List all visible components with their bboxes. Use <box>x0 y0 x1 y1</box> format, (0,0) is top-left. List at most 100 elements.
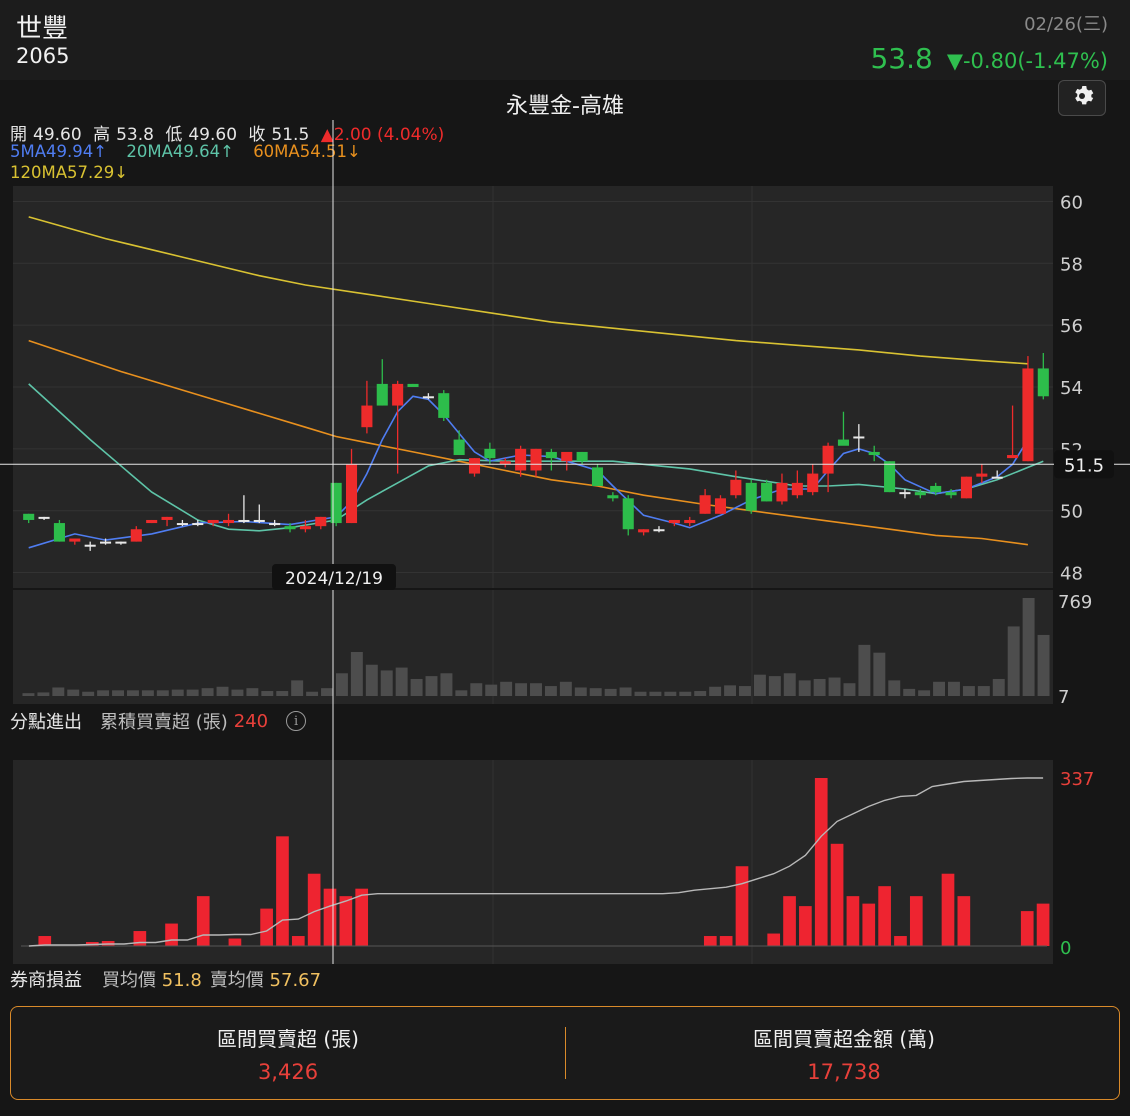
volume-bar <box>201 688 214 696</box>
flow-tick-max: 337 <box>1060 769 1094 790</box>
volume-bar <box>82 691 95 696</box>
volume-bar <box>246 688 259 696</box>
flow-bar <box>1020 911 1034 946</box>
volume-bar <box>724 685 737 696</box>
volume-bar <box>261 691 274 696</box>
volume-bar <box>112 690 124 696</box>
candle-body <box>684 519 696 524</box>
candle-body <box>53 523 65 542</box>
volume-bar <box>709 686 722 696</box>
candle-body <box>714 498 727 514</box>
volume-bar <box>306 691 319 696</box>
candle-body <box>776 482 788 502</box>
volume-tick-max: 769 <box>1058 592 1092 613</box>
buy-avg-value: 51.8 <box>161 970 202 991</box>
volume-bar <box>515 683 528 696</box>
candle-body <box>914 492 926 496</box>
candle-body <box>545 451 557 459</box>
flow-bar <box>909 896 923 946</box>
candle-body <box>484 448 496 459</box>
flow-bar <box>894 936 907 946</box>
volume-bar <box>813 678 826 696</box>
candle-body <box>576 451 588 462</box>
candle-body <box>991 476 1003 479</box>
volume-bar <box>798 680 811 696</box>
candle-body <box>730 479 742 496</box>
flow-bar <box>719 936 733 946</box>
volume-bar <box>1037 634 1050 696</box>
volume-bar <box>634 691 647 696</box>
candle-body <box>622 498 634 530</box>
volume-bar <box>455 690 468 696</box>
volume-bar <box>365 664 378 696</box>
net-qty-cell: 區間買賣超 (張) 3,426 <box>11 1007 565 1101</box>
volume-bar <box>37 692 50 696</box>
volume-bar <box>52 687 65 696</box>
volume-bar <box>962 686 975 696</box>
flow-bar <box>957 896 971 946</box>
volume-bar <box>425 676 438 696</box>
summary-panel: 區間買賣超 (張) 3,426 區間買賣超金額 (萬) 17,738 <box>10 1006 1120 1100</box>
flow-cum-label: 累積買賣超 (張) <box>100 712 228 733</box>
volume-bar <box>231 689 244 696</box>
flow-bar <box>228 938 242 946</box>
candle-body <box>130 529 142 542</box>
volume-bar <box>828 677 841 696</box>
volume-bar <box>440 673 453 696</box>
info-icon[interactable]: i <box>286 711 307 731</box>
volume-bar <box>933 681 946 696</box>
candle-body <box>161 516 173 520</box>
flow-bar <box>735 866 749 946</box>
volume-bar <box>679 691 692 696</box>
volume-bar <box>739 686 751 696</box>
volume-bar <box>291 680 304 696</box>
net-amt-label: 區間買賣超金額 (萬) <box>753 1027 935 1051</box>
volume-bar <box>485 684 498 696</box>
candle-body <box>1037 368 1049 397</box>
candle-body <box>945 492 957 496</box>
volume-bar <box>156 690 169 696</box>
volume-bar <box>97 690 110 696</box>
volume-bar <box>858 644 871 696</box>
candle-body <box>960 476 972 499</box>
flow-bar <box>1036 903 1050 946</box>
candle-body <box>407 383 419 387</box>
volume-bar <box>664 691 677 696</box>
candle-body <box>868 451 880 456</box>
candle-body <box>253 519 265 522</box>
stock-chart[interactable]: 60585654525048769733702024/12/1951.5 <box>0 0 1130 1116</box>
volume-bar <box>500 681 513 696</box>
flow-title: 分點進出 <box>10 712 82 733</box>
volume-bar <box>470 683 483 696</box>
net-amt-cell: 區間買賣超金額 (萬) 17,738 <box>567 1007 1121 1101</box>
volume-bar <box>276 691 289 696</box>
net-amt-value: 17,738 <box>807 1060 881 1084</box>
volume-bar <box>977 686 990 696</box>
volume-bar <box>694 691 707 696</box>
flow-bar <box>276 836 289 946</box>
candle-body <box>376 383 388 406</box>
candle-body <box>269 523 281 526</box>
price-tick-label: 60 <box>1060 192 1083 213</box>
candle-body <box>284 526 296 530</box>
volume-bar <box>335 673 348 696</box>
sell-avg: 賣均價 57.67 <box>210 966 321 992</box>
sell-avg-value: 57.67 <box>269 970 322 991</box>
flow-bar <box>878 886 891 946</box>
volume-tick-min: 7 <box>1058 687 1069 708</box>
candle-body <box>422 396 434 399</box>
candle-body <box>822 445 834 474</box>
net-qty-label: 區間買賣超 (張) <box>217 1027 359 1051</box>
volume-bar <box>171 689 184 696</box>
candle-body <box>930 485 942 493</box>
volume-bar <box>1022 598 1035 696</box>
candle-body <box>853 436 865 439</box>
candle-body <box>23 513 35 520</box>
volume-bar <box>216 686 229 696</box>
flow-bar <box>783 896 796 946</box>
candle-body <box>1022 368 1034 462</box>
volume-bar <box>186 689 199 696</box>
candle-body <box>223 519 235 524</box>
price-tick-label: 48 <box>1060 564 1083 585</box>
candle-body <box>100 541 112 544</box>
